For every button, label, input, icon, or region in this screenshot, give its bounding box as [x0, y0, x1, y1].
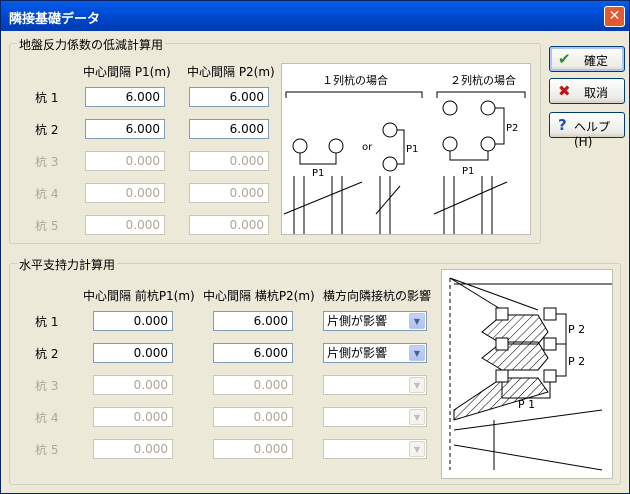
g2-p2-input[interactable]: 6.000	[213, 311, 293, 331]
help-button-label: ヘルプ(H)	[574, 120, 611, 149]
g2-col-p2-header: 中心間隔 横杭P2(m)	[203, 289, 315, 303]
x-icon: ✖	[558, 82, 571, 100]
g2-p1-input[interactable]: 0.000	[93, 407, 173, 427]
g2-pile-label: 杭 3	[35, 379, 59, 393]
g2-p2-input[interactable]: 0.000	[213, 407, 293, 427]
cancel-button-label: 取消	[584, 86, 609, 100]
chevron-down-icon[interactable]: ▼	[409, 313, 425, 329]
diagram-p2a-label: P 2	[568, 323, 585, 336]
g2-p2-input[interactable]: 0.000	[213, 375, 293, 395]
g2-effect-select[interactable]: 片側が影響 ▼	[323, 343, 427, 363]
help-button[interactable]: ? ヘルプ(H)	[549, 112, 625, 149]
g1-col-p1-header: 中心間隔 P1(m)	[83, 65, 171, 79]
g1-col-p2-header: 中心間隔 P2(m)	[187, 65, 275, 79]
diagram-p1-label: P 1	[518, 398, 535, 411]
g1-pile-label: 杭 4	[35, 187, 59, 201]
g1-p2-input[interactable]: 0.000	[189, 215, 269, 235]
g2-effect-select[interactable]: ▼	[323, 375, 427, 395]
g2-p1-input[interactable]: 0.000	[93, 343, 173, 363]
diagram-or-label: or	[362, 142, 373, 153]
diagram-p1-label-b: P1	[406, 144, 418, 155]
chevron-down-icon[interactable]: ▼	[409, 377, 425, 393]
cancel-button[interactable]: ✖ 取消	[549, 78, 625, 104]
diagram-case2-label: ２列杭の場合	[450, 73, 516, 87]
diagram-p1-label-c: P1	[462, 166, 474, 177]
g1-p1-input[interactable]: 0.000	[85, 215, 165, 235]
g2-pile-diagram: P 2 P 2 P 1	[441, 269, 613, 479]
g2-effect-select[interactable]: ▼	[323, 407, 427, 427]
close-button[interactable]: ✕	[604, 6, 625, 27]
g2-pile-diagram-svg: P 2 P 2 P 1	[449, 277, 612, 471]
dialog-window: 隣接基礎データ ✕ ✔ 確定 ✖ 取消 ? ヘルプ(H) 地盤反力係数の低減計算…	[0, 0, 630, 494]
g1-pile-label: 杭 3	[35, 155, 59, 169]
g2-effect-value: 片側が影響	[327, 314, 388, 328]
group-horizontal-bearing-title: 水平支持力計算用	[17, 256, 118, 273]
checkmark-icon: ✔	[558, 50, 571, 68]
ok-button-label: 確定	[584, 54, 609, 68]
g2-pile-label: 杭 5	[35, 443, 59, 457]
g2-p2-input[interactable]: 0.000	[213, 439, 293, 459]
g2-p2-input[interactable]: 6.000	[213, 343, 293, 363]
g1-p1-input[interactable]: 6.000	[85, 87, 165, 107]
g2-effect-value: 片側が影響	[327, 346, 388, 360]
g1-p2-input[interactable]: 0.000	[189, 183, 269, 203]
diagram-case1-label: １列杭の場合	[322, 73, 388, 87]
question-icon: ?	[558, 116, 567, 134]
g1-pile-label: 杭 1	[35, 91, 59, 105]
g1-pile-label: 杭 2	[35, 123, 59, 137]
g2-p1-input[interactable]: 0.000	[93, 311, 173, 331]
g2-col-effect-header: 横方向隣接杭の影響	[323, 289, 432, 303]
g2-pile-label: 杭 1	[35, 315, 59, 329]
window-title: 隣接基礎データ	[9, 12, 101, 27]
diagram-p2b-label: P 2	[568, 355, 585, 368]
g2-effect-select[interactable]: ▼	[323, 439, 427, 459]
g1-p2-input[interactable]: 6.000	[189, 119, 269, 139]
g1-pile-diagram: １列杭の場合 ２列杭の場合 or P1 P1 P2 P1	[281, 63, 531, 235]
g1-p1-input[interactable]: 0.000	[85, 183, 165, 203]
chevron-down-icon[interactable]: ▼	[409, 345, 425, 361]
chevron-down-icon[interactable]: ▼	[409, 409, 425, 425]
ok-button[interactable]: ✔ 確定	[549, 46, 625, 72]
chevron-down-icon[interactable]: ▼	[409, 441, 425, 457]
g2-pile-label: 杭 2	[35, 347, 59, 361]
g1-p2-input[interactable]: 0.000	[189, 151, 269, 171]
g1-pile-label: 杭 5	[35, 219, 59, 233]
title-bar[interactable]: 隣接基礎データ ✕	[1, 1, 629, 31]
g2-p1-input[interactable]: 0.000	[93, 439, 173, 459]
diagram-p2-label: P2	[506, 123, 518, 134]
g1-p1-input[interactable]: 6.000	[85, 119, 165, 139]
g2-pile-label: 杭 4	[35, 411, 59, 425]
diagram-p1-label-a: P1	[312, 168, 324, 179]
g1-p1-input[interactable]: 0.000	[85, 151, 165, 171]
group-subgrade-reaction-title: 地盤反力係数の低減計算用	[17, 36, 166, 53]
g2-effect-select[interactable]: 片側が影響 ▼	[323, 311, 427, 331]
g2-col-p1-header: 中心間隔 前杭P1(m)	[83, 289, 195, 303]
g1-p2-input[interactable]: 6.000	[189, 87, 269, 107]
g2-p1-input[interactable]: 0.000	[93, 375, 173, 395]
g1-pile-diagram-svg: １列杭の場合 ２列杭の場合 or P1 P1 P2 P1	[283, 73, 526, 234]
